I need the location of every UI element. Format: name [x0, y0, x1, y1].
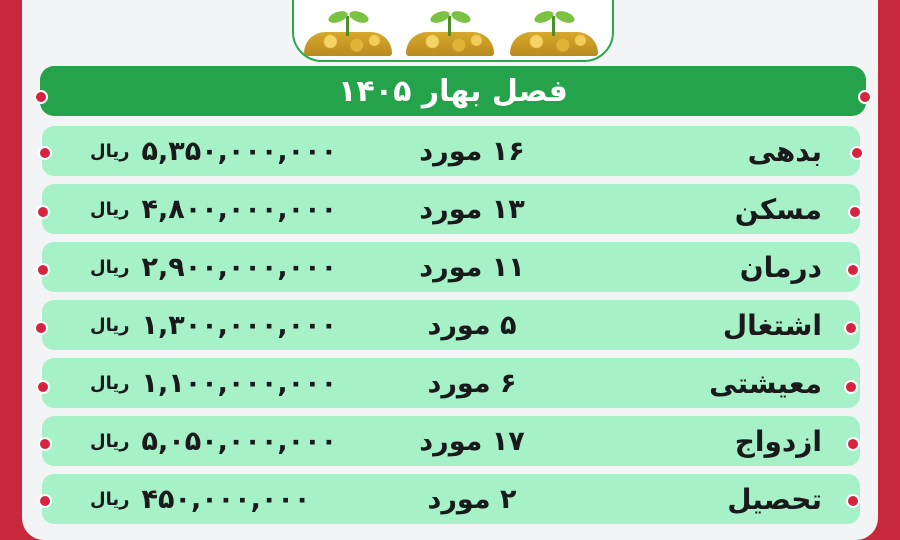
count-label: ۱۷ مورد [419, 425, 525, 457]
table-row: درمان ۱۱ مورد ۲,۹۰۰,۰۰۰,۰۰۰ ریال [42, 242, 860, 292]
coin-pile-icon [510, 8, 598, 56]
bullet-dot-icon [848, 205, 862, 219]
bullet-dot-icon [36, 380, 50, 394]
table-row: بدهی ۱۶ مورد ۵,۳۵۰,۰۰۰,۰۰۰ ریال [42, 126, 860, 176]
table-row: تحصیل ۲ مورد ۴۵۰,۰۰۰,۰۰۰ ریال [42, 474, 860, 524]
amount-value: ۱,۳۰۰,۰۰۰,۰۰۰ ریال [90, 309, 338, 341]
bullet-dot-icon [844, 321, 858, 335]
table-row: ازدواج ۱۷ مورد ۵,۰۵۰,۰۰۰,۰۰۰ ریال [42, 416, 860, 466]
amount-value: ۵,۳۵۰,۰۰۰,۰۰۰ ریال [90, 135, 338, 167]
amount-value: ۴,۸۰۰,۰۰۰,۰۰۰ ریال [90, 193, 338, 225]
amount-value: ۵,۰۵۰,۰۰۰,۰۰۰ ریال [90, 425, 338, 457]
amount-value: ۲,۹۰۰,۰۰۰,۰۰۰ ریال [90, 251, 338, 283]
bullet-dot-icon [38, 437, 52, 451]
bullet-dot-icon [846, 263, 860, 277]
count-label: ۶ مورد [427, 367, 517, 399]
category-label: معیشتی [709, 366, 822, 400]
bullet-dot-icon [36, 263, 50, 277]
season-title-bar: فصل بهار ۱۴۰۵ [40, 66, 866, 116]
amount-value: ۱,۱۰۰,۰۰۰,۰۰۰ ریال [90, 367, 338, 399]
category-label: اشتغال [722, 308, 822, 342]
table-row: معیشتی ۶ مورد ۱,۱۰۰,۰۰۰,۰۰۰ ریال [42, 358, 860, 408]
bullet-dot-icon [850, 146, 864, 160]
bullet-dot-icon [38, 146, 52, 160]
category-label: درمان [739, 250, 822, 284]
table-row: مسکن ۱۳ مورد ۴,۸۰۰,۰۰۰,۰۰۰ ریال [42, 184, 860, 234]
bullet-dot-icon [36, 205, 50, 219]
table-row: اشتغال ۵ مورد ۱,۳۰۰,۰۰۰,۰۰۰ ریال [42, 300, 860, 350]
count-label: ۱۱ مورد [419, 251, 525, 283]
count-label: ۱۳ مورد [419, 193, 525, 225]
bullet-dot-icon [858, 90, 872, 104]
count-label: ۱۶ مورد [419, 135, 525, 167]
season-title: فصل بهار ۱۴۰۵ [338, 73, 568, 109]
coin-pile-icon [406, 8, 494, 56]
category-label: مسکن [734, 192, 822, 226]
category-label: ازدواج [734, 424, 822, 458]
category-label: بدهی [747, 134, 822, 168]
count-label: ۲ مورد [427, 483, 517, 515]
coin-pile-icon [304, 8, 392, 56]
bullet-dot-icon [846, 437, 860, 451]
category-label: تحصیل [727, 482, 822, 516]
coin-plant-image [292, 0, 614, 62]
bullet-dot-icon [844, 380, 858, 394]
bullet-dot-icon [34, 90, 48, 104]
bullet-dot-icon [34, 321, 48, 335]
amount-value: ۴۵۰,۰۰۰,۰۰۰ ریال [90, 483, 311, 515]
count-label: ۵ مورد [427, 309, 517, 341]
